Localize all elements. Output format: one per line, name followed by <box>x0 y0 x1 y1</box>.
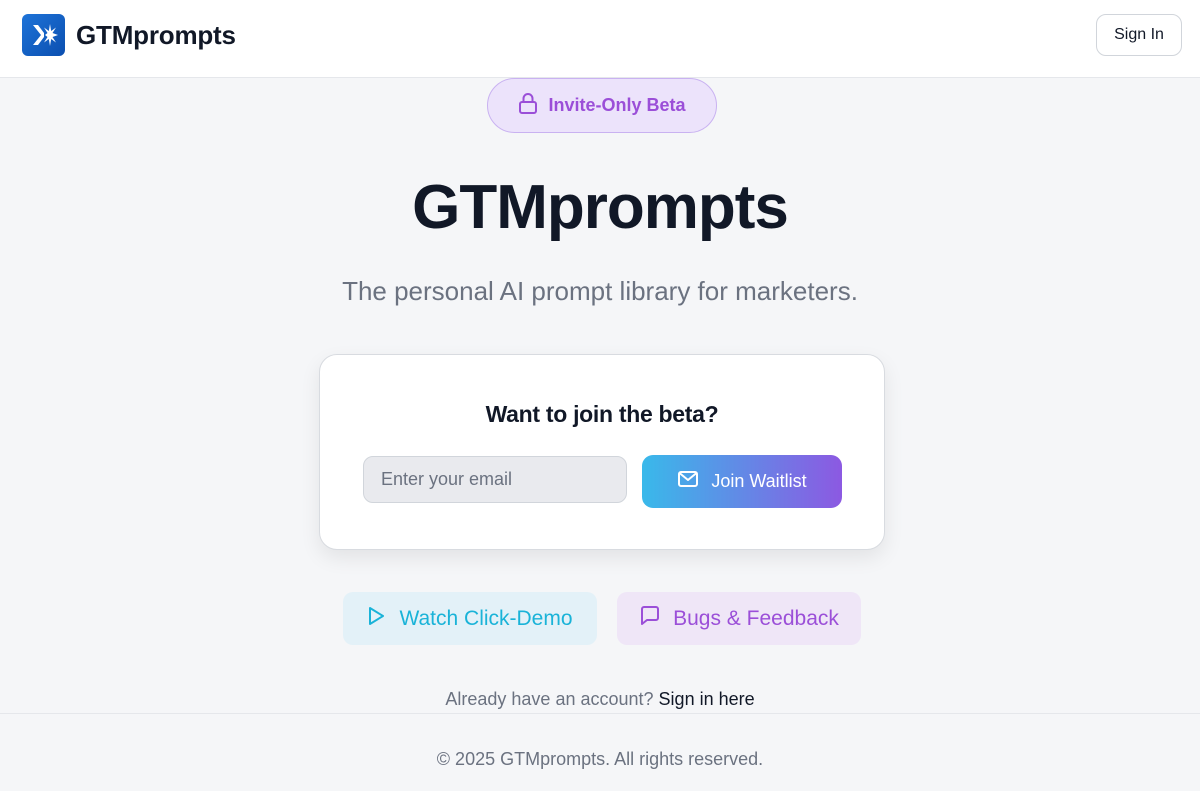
mail-icon <box>677 470 699 493</box>
signin-prompt-text: Already have an account? <box>445 689 654 709</box>
message-square-icon <box>639 605 661 633</box>
copyright-text: © 2025 GTMprompts. All rights reserved. <box>436 749 764 769</box>
bugs-feedback-label: Bugs & Feedback <box>673 606 839 630</box>
brand-name[interactable]: GTMprompts <box>76 20 236 51</box>
invite-only-badge: Invite-Only Beta <box>487 78 717 133</box>
join-waitlist-button[interactable]: Join Waitlist <box>642 455 842 508</box>
email-input[interactable] <box>363 456 627 503</box>
sign-in-button[interactable]: Sign In <box>1096 14 1182 56</box>
hero-title: GTMprompts <box>412 173 789 242</box>
lock-icon <box>518 92 538 119</box>
waitlist-title: Want to join the beta? <box>485 401 719 427</box>
hero-tagline: The personal AI prompt library for marke… <box>342 276 858 306</box>
bugs-feedback-button[interactable]: Bugs & Feedback <box>617 592 861 645</box>
signin-prompt: Already have an account? Sign in here <box>0 689 1200 710</box>
badge-label: Invite-Only Beta <box>548 95 686 115</box>
play-icon <box>367 606 385 632</box>
waitlist-card: Want to join the beta? Join Waitlist <box>319 354 885 550</box>
top-header: GTMprompts Sign In <box>0 0 1200 78</box>
join-waitlist-label: Join Waitlist <box>711 471 807 491</box>
watch-demo-label: Watch Click-Demo <box>399 606 573 630</box>
watch-demo-button[interactable]: Watch Click-Demo <box>343 592 597 645</box>
footer: © 2025 GTMprompts. All rights reserved. <box>0 713 1200 791</box>
spark-logo-icon[interactable] <box>22 14 65 56</box>
sign-in-here-link[interactable]: Sign in here <box>659 689 755 709</box>
